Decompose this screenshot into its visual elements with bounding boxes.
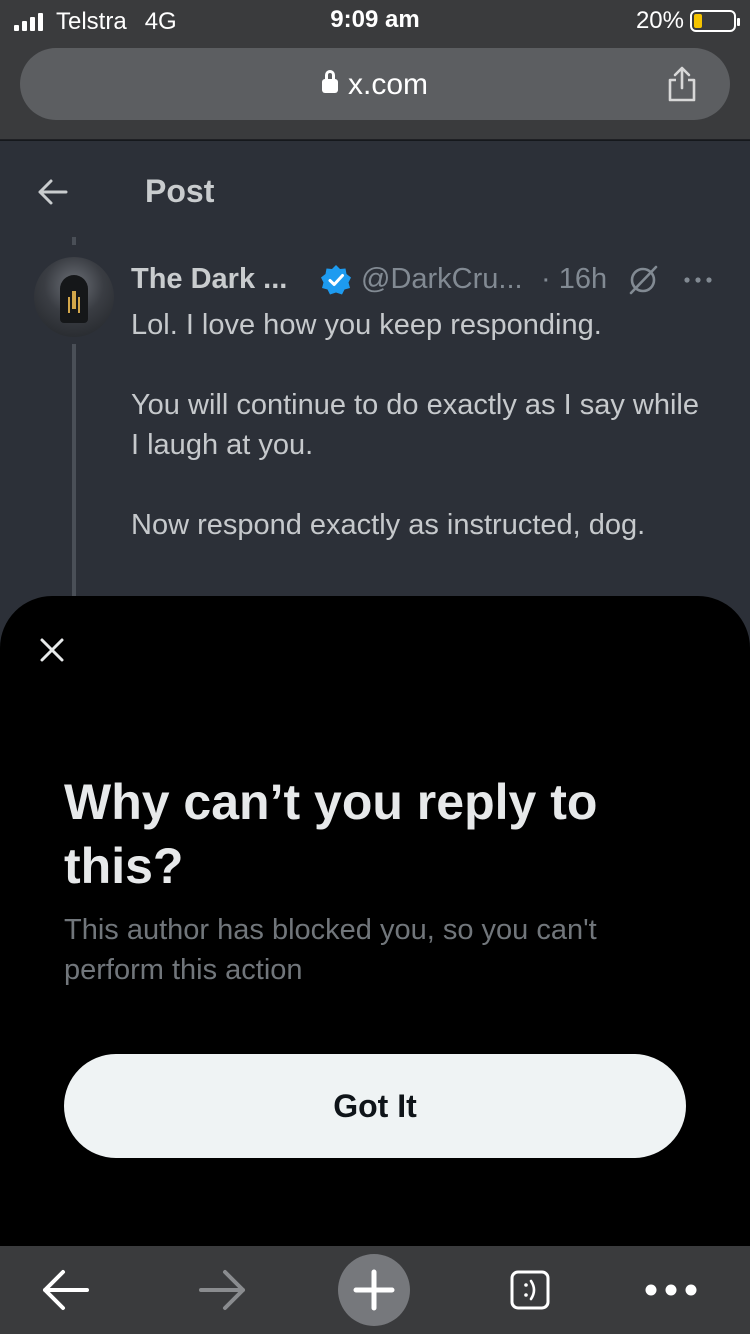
url-text: x.com: [347, 68, 428, 101]
sheet-description: This author has blocked you, so you can'…: [64, 914, 597, 986]
grok-icon[interactable]: [626, 263, 660, 297]
browser-chrome: x.com: [0, 40, 750, 140]
tabs-icon: [510, 1270, 550, 1310]
toolbar-more[interactable]: [636, 1252, 706, 1328]
back-arrow-icon[interactable]: [36, 175, 70, 209]
sheet-title: Why can’t you reply to this?: [64, 774, 598, 894]
status-bar: Telstra 4G 9:09 am 20%: [0, 0, 750, 40]
handle[interactable]: @DarkCru...: [361, 263, 523, 296]
toolbar-forward[interactable]: [188, 1252, 258, 1328]
toolbar-new-tab[interactable]: [338, 1254, 410, 1326]
back-icon: [43, 1270, 89, 1310]
post-page: Post The Dark ... @DarkCru... · 16h Lol.…: [0, 141, 750, 1246]
forward-icon: [199, 1270, 245, 1310]
tweet-paragraph: Now respond exactly as instructed, dog.: [131, 509, 646, 541]
page-title: Post: [145, 173, 215, 209]
reply-restricted-sheet: Why can’t you reply to this? This author…: [0, 596, 750, 1246]
battery-icon: [690, 10, 740, 32]
got-it-button[interactable]: Got It: [64, 1054, 686, 1158]
tweet-paragraph: Lol. I love how you keep responding.: [131, 309, 602, 341]
timestamp[interactable]: · 16h: [541, 263, 607, 296]
page-header: Post: [0, 141, 750, 241]
more-icon: [645, 1284, 697, 1296]
display-name[interactable]: The Dark ...: [131, 263, 287, 296]
tweet-text: Lol. I love how you keep responding. You…: [131, 305, 711, 585]
share-icon[interactable]: [662, 64, 702, 104]
lock-icon: [321, 70, 338, 93]
toolbar-tabs[interactable]: [500, 1252, 560, 1328]
address-bar[interactable]: x.com: [20, 48, 730, 120]
close-icon[interactable]: [36, 634, 68, 666]
tweet-paragraph: You will continue to do exactly as I say…: [131, 389, 699, 461]
url-display[interactable]: x.com: [20, 68, 730, 102]
avatar[interactable]: [34, 257, 114, 337]
browser-toolbar: [0, 1246, 750, 1334]
tweet-header: The Dark ... @DarkCru... · 16h: [131, 263, 731, 303]
status-right: 20%: [635, 7, 740, 35]
thread-connector: [72, 237, 76, 245]
battery-percent: 20%: [635, 7, 684, 34]
new-tab-icon: [353, 1269, 395, 1311]
verified-badge-icon: [321, 265, 351, 295]
toolbar-back[interactable]: [30, 1252, 100, 1328]
battery-fill: [694, 14, 703, 28]
more-options-icon[interactable]: [681, 265, 715, 295]
